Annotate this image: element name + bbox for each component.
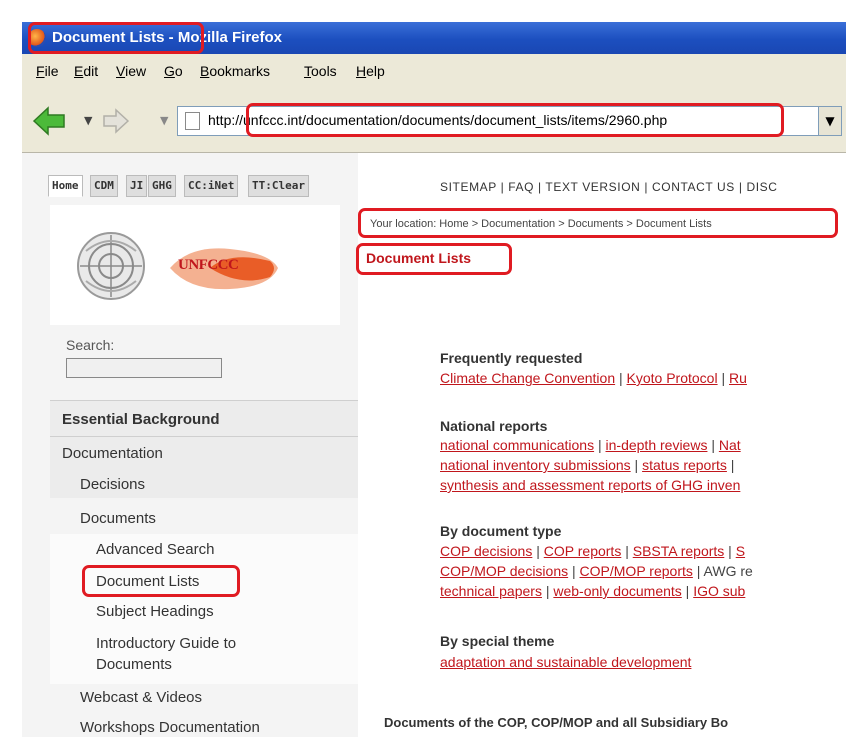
link-national-inventory-submissions[interactable]: national inventory submissions [440, 457, 631, 473]
by-document-type-line2: COP/MOP decisions | COP/MOP reports | AW… [440, 563, 753, 579]
link-cop-mop-decisions[interactable]: COP/MOP decisions [440, 563, 568, 579]
menu-bar: File Edit View Go Bookmarks Tools Help [22, 54, 846, 90]
menu-edit[interactable]: Edit [74, 63, 98, 79]
forward-arrow-icon[interactable] [102, 108, 130, 134]
sidebar-item-essential-background[interactable]: Essential Background [62, 411, 220, 428]
link-nat[interactable]: Nat [719, 437, 741, 453]
page-title: Document Lists [366, 250, 472, 266]
documents-cop-heading: Documents of the COP, COP/MOP and all Su… [384, 715, 729, 730]
menu-bookmarks[interactable]: Bookmarks [200, 63, 270, 79]
menu-tools[interactable]: Tools [304, 63, 337, 79]
forward-dropdown-icon[interactable]: ▼ [160, 114, 168, 127]
link-cop-decisions[interactable]: COP decisions [440, 543, 532, 559]
by-document-type-line1: COP decisions | COP reports | SBSTA repo… [440, 543, 746, 559]
address-bar[interactable]: http://unfccc.int/documentation/document… [177, 106, 819, 136]
tab-ji[interactable]: JI [126, 175, 148, 197]
logo-area[interactable]: UNFCCC [50, 205, 340, 325]
section-by-special-theme-heading: By special theme [440, 633, 555, 649]
frequently-requested-links: Climate Change Convention | Kyoto Protoc… [440, 370, 747, 386]
section-by-document-type-heading: By document type [440, 523, 562, 539]
menu-go[interactable]: Go [164, 63, 183, 79]
navigation-toolbar: ▼ ▼ http://unfccc.int/documentation/docu… [22, 90, 846, 153]
link-synthesis-assessment-reports[interactable]: synthesis and assessment reports of GHG … [440, 477, 740, 493]
link-adaptation-sustainable-development[interactable]: adaptation and sustainable development [440, 654, 691, 670]
back-dropdown-icon[interactable]: ▼ [84, 114, 92, 127]
divider [50, 436, 358, 437]
un-emblem-icon [77, 232, 145, 300]
sidebar-item-advanced-search[interactable]: Advanced Search [96, 541, 214, 558]
link-cop-reports[interactable]: COP reports [544, 543, 622, 559]
link-cop-mop-reports[interactable]: COP/MOP reports [580, 563, 693, 579]
sidebar-item-subject-headings[interactable]: Subject Headings [96, 603, 214, 620]
address-dropdown-icon[interactable]: ▼ [818, 106, 842, 136]
search-input[interactable] [66, 358, 222, 378]
firefox-icon [28, 29, 46, 47]
section-national-reports-heading: National reports [440, 418, 548, 434]
sidebar-item-workshops-documentation[interactable]: Workshops Documentation [80, 719, 260, 736]
sidebar-item-webcast-videos[interactable]: Webcast & Videos [80, 689, 202, 706]
page-icon [185, 112, 200, 130]
sidebar-item-decisions[interactable]: Decisions [80, 476, 145, 493]
text-awg-re: AWG re [703, 563, 753, 579]
link-igo-sub[interactable]: IGO sub [693, 583, 745, 599]
link-technical-papers[interactable]: technical papers [440, 583, 542, 599]
window-titlebar: Document Lists - Mozilla Firefox [22, 22, 846, 54]
tab-ttclear[interactable]: TT:Clear [248, 175, 309, 197]
link-ru[interactable]: Ru [729, 370, 747, 386]
sidebar-item-documentation[interactable]: Documentation [62, 445, 163, 462]
sidebar-item-document-lists[interactable]: Document Lists [96, 573, 199, 590]
tab-home[interactable]: Home [48, 175, 83, 197]
by-document-type-line3: technical papers | web-only documents | … [440, 583, 746, 599]
top-navigation-links[interactable]: SITEMAP | FAQ | TEXT VERSION | CONTACT U… [440, 180, 778, 194]
divider [50, 400, 358, 401]
menu-help[interactable]: Help [356, 63, 385, 79]
tab-cdm[interactable]: CDM [90, 175, 118, 197]
section-frequently-requested-heading: Frequently requested [440, 350, 583, 366]
window-title: Document Lists - Mozilla Firefox [52, 29, 283, 46]
sidebar-item-introductory-guide-line2[interactable]: Documents [96, 656, 172, 673]
unfccc-logo-text: UNFCCC [178, 257, 239, 273]
link-climate-change-convention[interactable]: Climate Change Convention [440, 370, 615, 386]
address-url[interactable]: http://unfccc.int/documentation/document… [208, 112, 667, 128]
link-s[interactable]: S [736, 543, 745, 559]
national-reports-line2: national inventory submissions | status … [440, 457, 735, 473]
menu-file[interactable]: File [36, 63, 59, 79]
sidebar-item-introductory-guide[interactable]: Introductory Guide to [96, 635, 236, 652]
link-in-depth-reviews[interactable]: in-depth reviews [606, 437, 708, 453]
link-sbsta-reports[interactable]: SBSTA reports [633, 543, 725, 559]
back-arrow-icon[interactable] [32, 104, 66, 138]
breadcrumb[interactable]: Your location: Home > Documentation > Do… [370, 218, 712, 230]
national-reports-line1: national communications | in-depth revie… [440, 437, 741, 453]
link-status-reports[interactable]: status reports [642, 457, 727, 473]
tab-ccinet[interactable]: CC:iNet [184, 175, 239, 197]
search-label: Search: [66, 337, 115, 353]
by-special-theme-line: adaptation and sustainable development [440, 654, 691, 670]
link-national-communications[interactable]: national communications [440, 437, 594, 453]
tab-ghg[interactable]: GHG [148, 175, 176, 197]
menu-view[interactable]: View [116, 63, 146, 79]
link-web-only-documents[interactable]: web-only documents [553, 583, 681, 599]
sidebar-item-documents[interactable]: Documents [80, 510, 156, 527]
link-kyoto-protocol[interactable]: Kyoto Protocol [627, 370, 718, 386]
national-reports-line3: synthesis and assessment reports of GHG … [440, 477, 740, 493]
